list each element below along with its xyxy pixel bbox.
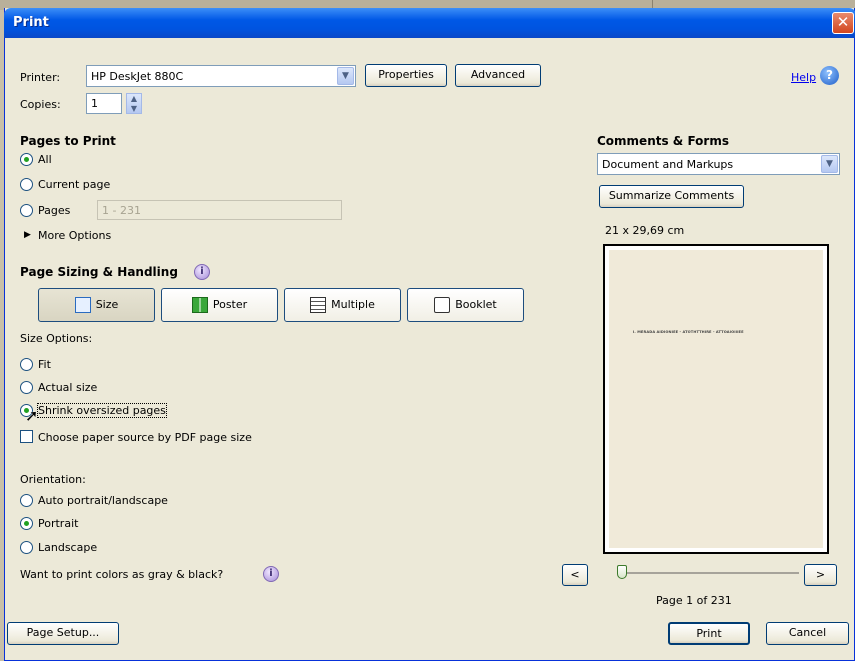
summarize-comments-button[interactable]: Summarize Comments bbox=[599, 185, 744, 208]
printer-label: Printer: bbox=[20, 71, 61, 84]
poster-button[interactable]: Poster bbox=[161, 288, 278, 322]
radio-shrink-oversized-label: Shrink oversized pages bbox=[37, 403, 167, 418]
radio-all-label: All bbox=[38, 153, 52, 166]
page-sizing-heading: Page Sizing & Handling bbox=[20, 265, 178, 279]
radio-current-page[interactable] bbox=[20, 178, 33, 191]
mouse-pointer-icon: ➚ bbox=[25, 406, 39, 425]
help-icon[interactable]: ? bbox=[820, 66, 839, 85]
preview-page: I. MERADA AIDIONIEE - ATOTHTTHIRE - ATTO… bbox=[609, 250, 823, 548]
multiple-icon bbox=[310, 297, 327, 313]
copies-label: Copies: bbox=[20, 98, 61, 111]
printer-select[interactable]: HP DeskJet 880C ▼ bbox=[86, 65, 356, 87]
paper-source-checkbox[interactable] bbox=[20, 430, 33, 443]
radio-current-page-label: Current page bbox=[38, 178, 111, 191]
chevron-down-icon[interactable]: ▼ bbox=[821, 155, 838, 173]
paper-size-label: 21 x 29,69 cm bbox=[605, 224, 685, 237]
radio-auto-orientation[interactable] bbox=[20, 494, 33, 507]
page-slider-track[interactable] bbox=[619, 572, 799, 574]
radio-actual-size-label: Actual size bbox=[38, 381, 98, 394]
poster-button-label: Poster bbox=[212, 298, 248, 311]
window-title: Print bbox=[13, 15, 49, 30]
print-preview: I. MERADA AIDIONIEE - ATOTHTTHIRE - ATTO… bbox=[603, 244, 829, 554]
print-dialog: Print ✕ Printer: HP DeskJet 880C ▼ Prope… bbox=[4, 8, 855, 661]
page-status-label: Page 1 of 231 bbox=[656, 594, 732, 607]
properties-button[interactable]: Properties bbox=[365, 64, 447, 87]
multiple-button[interactable]: Multiple bbox=[284, 288, 401, 322]
pages-range-input[interactable]: 1 - 231 bbox=[97, 200, 342, 220]
orientation-label: Orientation: bbox=[20, 473, 86, 486]
copies-value: 1 bbox=[91, 97, 98, 110]
booklet-icon bbox=[434, 297, 451, 313]
expand-triangle-icon[interactable]: ▶ bbox=[24, 230, 31, 240]
page-slider-thumb[interactable] bbox=[617, 565, 627, 579]
preview-page-text: I. MERADA AIDIONIEE - ATOTHTTHIRE - ATTO… bbox=[633, 330, 744, 334]
size-button[interactable]: Size bbox=[38, 288, 155, 322]
radio-pages[interactable] bbox=[20, 204, 33, 217]
close-button[interactable]: ✕ bbox=[832, 12, 854, 34]
poster-icon bbox=[191, 297, 208, 313]
paper-source-label: Choose paper source by PDF page size bbox=[38, 431, 252, 444]
radio-fit-label: Fit bbox=[38, 358, 51, 371]
copies-stepper[interactable]: ▲ ▼ bbox=[126, 93, 142, 114]
comments-forms-heading: Comments & Forms bbox=[597, 134, 729, 148]
radio-fit[interactable] bbox=[20, 358, 33, 371]
comments-forms-select[interactable]: Document and Markups ▼ bbox=[597, 153, 840, 175]
help-link[interactable]: Help bbox=[791, 71, 816, 84]
comments-forms-value: Document and Markups bbox=[602, 158, 734, 171]
radio-auto-orientation-label: Auto portrait/landscape bbox=[38, 494, 168, 507]
radio-pages-label: Pages bbox=[38, 204, 71, 217]
advanced-button[interactable]: Advanced bbox=[455, 64, 541, 87]
grayscale-info-icon[interactable]: i bbox=[263, 566, 279, 582]
printer-select-value: HP DeskJet 880C bbox=[91, 70, 184, 83]
radio-landscape[interactable] bbox=[20, 541, 33, 554]
more-options-toggle[interactable]: More Options bbox=[38, 229, 111, 242]
multiple-button-label: Multiple bbox=[331, 298, 375, 311]
radio-actual-size[interactable] bbox=[20, 381, 33, 394]
radio-landscape-label: Landscape bbox=[38, 541, 98, 554]
booklet-button-label: Booklet bbox=[455, 298, 497, 311]
radio-portrait[interactable] bbox=[20, 517, 33, 530]
print-button[interactable]: Print bbox=[668, 622, 750, 645]
page-setup-button[interactable]: Page Setup... bbox=[7, 622, 119, 645]
grayscale-label: Want to print colors as gray & black? bbox=[20, 568, 224, 581]
size-options-label: Size Options: bbox=[20, 332, 93, 345]
prev-page-button[interactable]: < bbox=[562, 564, 588, 586]
size-button-label: Size bbox=[95, 298, 119, 311]
booklet-button[interactable]: Booklet bbox=[407, 288, 524, 322]
radio-portrait-label: Portrait bbox=[38, 517, 79, 530]
pages-to-print-heading: Pages to Print bbox=[20, 134, 116, 148]
next-page-button[interactable]: > bbox=[804, 564, 837, 586]
close-icon: ✕ bbox=[836, 13, 850, 31]
chevron-down-icon[interactable]: ▼ bbox=[337, 67, 354, 85]
cancel-button[interactable]: Cancel bbox=[766, 622, 849, 645]
copies-input[interactable]: 1 bbox=[86, 93, 122, 114]
size-icon bbox=[74, 297, 91, 313]
pages-range-value: 1 - 231 bbox=[102, 204, 141, 217]
title-bar[interactable]: Print ✕ bbox=[4, 8, 855, 38]
radio-all[interactable] bbox=[20, 153, 33, 166]
page-sizing-info-icon[interactable]: i bbox=[194, 264, 210, 280]
